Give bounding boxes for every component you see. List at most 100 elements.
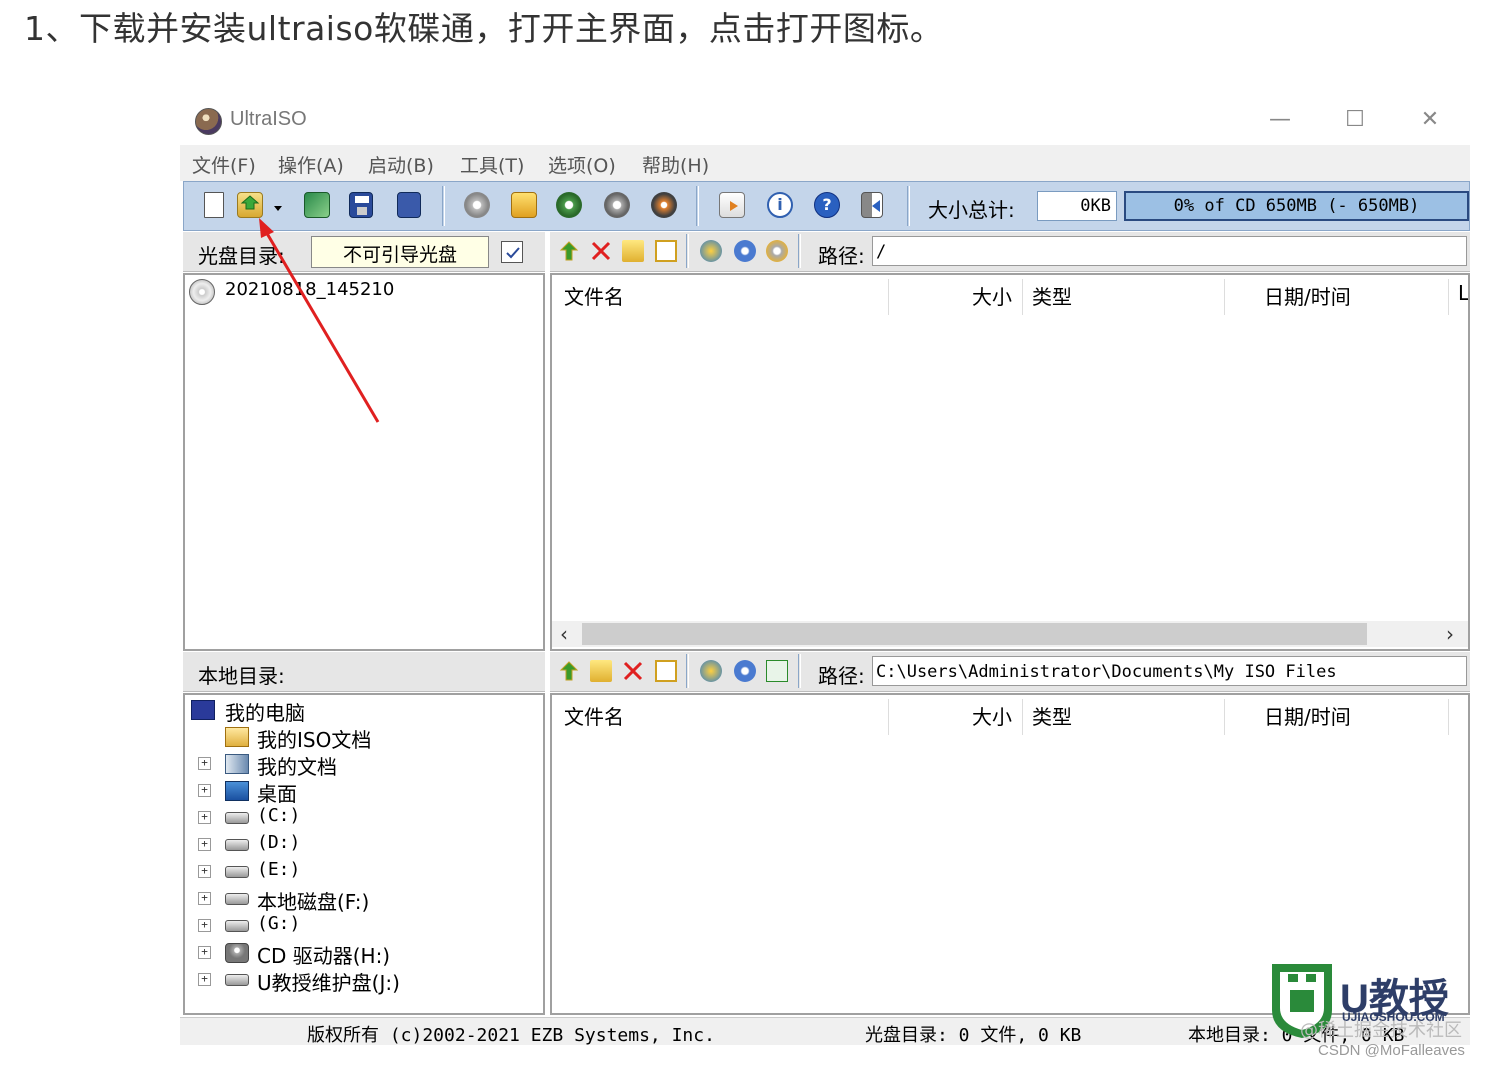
dropdown-icon[interactable] xyxy=(272,198,284,224)
new-icon[interactable] xyxy=(204,192,224,218)
rename-icon[interactable] xyxy=(655,660,677,682)
scrollbar-thumb[interactable] xyxy=(582,623,1367,645)
drive-icon xyxy=(225,974,249,986)
tree-item-label: (E:) xyxy=(257,859,301,880)
watermark-community: @稀土掘金技术社区 xyxy=(1300,1020,1462,1041)
col-datetime[interactable]: 日期/时间 xyxy=(1264,701,1351,730)
watermark-csdn: CSDN @MoFalleaves xyxy=(1318,1042,1465,1059)
expand-icon[interactable]: + xyxy=(198,811,211,824)
menu-tools[interactable]: 工具(T) xyxy=(460,151,524,178)
tree-item-label: U教授维护盘(J:) xyxy=(257,971,400,995)
ultraiso-app-icon xyxy=(195,108,222,135)
scroll-left-icon[interactable]: ‹ xyxy=(560,622,568,646)
refresh-icon[interactable] xyxy=(766,240,788,262)
menu-actions[interactable]: 操作(A) xyxy=(278,151,344,178)
new-folder-icon[interactable] xyxy=(622,240,644,262)
scroll-right-icon[interactable]: › xyxy=(1446,622,1454,646)
drive-icon xyxy=(225,839,249,851)
help-icon[interactable]: ? xyxy=(814,192,840,218)
iso-folder-icon xyxy=(225,727,249,747)
local-path-input[interactable]: C:\Users\Administrator\Documents\My ISO … xyxy=(872,656,1467,686)
expand-icon[interactable]: + xyxy=(198,865,211,878)
close-button[interactable]: ✕ xyxy=(1410,105,1450,135)
new-folder-icon[interactable] xyxy=(590,660,612,682)
expand-icon[interactable]: + xyxy=(198,838,211,851)
delete-icon[interactable] xyxy=(622,660,644,682)
column-divider xyxy=(1022,699,1023,735)
exit-icon[interactable] xyxy=(861,192,883,218)
column-divider xyxy=(888,699,889,735)
disc-path-label: 路径: xyxy=(818,244,865,268)
globe-icon[interactable] xyxy=(700,660,722,682)
local-directory-bar: 本地目录: xyxy=(183,652,545,692)
burn-icon[interactable] xyxy=(511,192,537,218)
menu-bootable[interactable]: 启动(B) xyxy=(368,151,434,178)
menu-help[interactable]: 帮助(H) xyxy=(642,151,709,178)
disc-directory-bar: 光盘目录: 不可引导光盘 xyxy=(183,232,545,272)
refresh-icon[interactable] xyxy=(766,660,788,682)
expand-icon[interactable]: + xyxy=(198,892,211,905)
column-divider xyxy=(1022,279,1023,315)
local-path-label: 路径: xyxy=(818,664,865,688)
tree-item-label: 本地磁盘(F:) xyxy=(257,890,370,914)
settings-gear-icon[interactable] xyxy=(734,660,756,682)
col-type[interactable]: 类型 xyxy=(1032,281,1072,310)
expand-icon[interactable]: + xyxy=(198,784,211,797)
col-type[interactable]: 类型 xyxy=(1032,701,1072,730)
size-total-value: 0KB xyxy=(1037,191,1117,221)
tree-item-label: 桌面 xyxy=(257,782,297,806)
toolbar-separator xyxy=(686,234,689,268)
col-datetime[interactable]: 日期/时间 xyxy=(1264,281,1351,310)
mount-icon[interactable] xyxy=(556,192,582,218)
tree-item-label: (G:) xyxy=(257,913,301,934)
save-icon[interactable] xyxy=(349,192,373,218)
col-size[interactable]: 大小 xyxy=(972,281,1012,310)
local-file-toolbar: 路径: C:\Users\Administrator\Documents\My … xyxy=(550,652,1470,692)
status-copyright: 版权所有 (c)2002-2021 EZB Systems, Inc. xyxy=(307,1025,715,1046)
expand-icon[interactable]: + xyxy=(198,946,211,959)
tree-item-label: 我的ISO文档 xyxy=(257,728,372,752)
local-tree-pane: 我的电脑 我的ISO文档 + 我的文档 + 桌面 + (C:) + (D:) + xyxy=(183,693,545,1015)
capacity-progress[interactable]: 0% of CD 650MB (- 650MB) xyxy=(1124,191,1469,221)
open-icon[interactable] xyxy=(237,192,263,218)
toolbar-separator xyxy=(798,234,801,268)
toolbar-separator xyxy=(686,654,689,688)
maximize-button[interactable]: ☐ xyxy=(1335,105,1375,135)
delete-icon[interactable] xyxy=(590,240,612,262)
window-title: UltraISO xyxy=(230,108,307,130)
col-extra[interactable]: L xyxy=(1458,281,1468,305)
disc-type-field[interactable]: 不可引导光盘 xyxy=(311,236,489,268)
extract-icon[interactable] xyxy=(464,192,490,218)
settings-gear-icon[interactable] xyxy=(734,240,756,262)
col-size[interactable]: 大小 xyxy=(972,701,1012,730)
col-filename[interactable]: 文件名 xyxy=(564,701,624,730)
expand-icon[interactable]: + xyxy=(198,919,211,932)
menu-bar: 文件(F) 操作(A) 启动(B) 工具(T) 选项(O) 帮助(H) xyxy=(180,145,1470,181)
up-folder-icon[interactable] xyxy=(558,240,580,262)
menu-options[interactable]: 选项(O) xyxy=(548,151,616,178)
save-as-icon[interactable] xyxy=(397,192,421,218)
disc-path-input[interactable]: / xyxy=(872,236,1467,266)
properties-icon[interactable] xyxy=(719,192,745,218)
disc-root-label: 20210818_145210 xyxy=(225,279,395,300)
make-cd-image-icon[interactable] xyxy=(651,192,677,218)
expand-icon[interactable]: + xyxy=(198,757,211,770)
globe-icon[interactable] xyxy=(700,240,722,262)
recycle-icon[interactable] xyxy=(304,192,330,218)
toolbar-separator xyxy=(696,186,699,226)
toolbar-separator xyxy=(798,654,801,688)
main-toolbar: i ? 大小总计: 0KB 0% of CD 650MB (- 650MB) xyxy=(183,181,1470,231)
up-folder-icon[interactable] xyxy=(558,660,580,682)
boot-check-icon[interactable] xyxy=(501,241,523,263)
expand-icon[interactable]: + xyxy=(198,973,211,986)
menu-file[interactable]: 文件(F) xyxy=(192,151,256,178)
toolbar-separator xyxy=(907,186,910,226)
info-icon[interactable]: i xyxy=(767,192,793,218)
col-filename[interactable]: 文件名 xyxy=(564,281,624,310)
horizontal-scrollbar[interactable]: ‹ › xyxy=(552,621,1468,647)
computer-icon xyxy=(191,700,215,720)
minimize-button[interactable]: — xyxy=(1260,105,1300,135)
virtual-drive-icon[interactable] xyxy=(604,192,630,218)
tree-item-label: (D:) xyxy=(257,832,301,853)
rename-icon[interactable] xyxy=(655,240,677,262)
